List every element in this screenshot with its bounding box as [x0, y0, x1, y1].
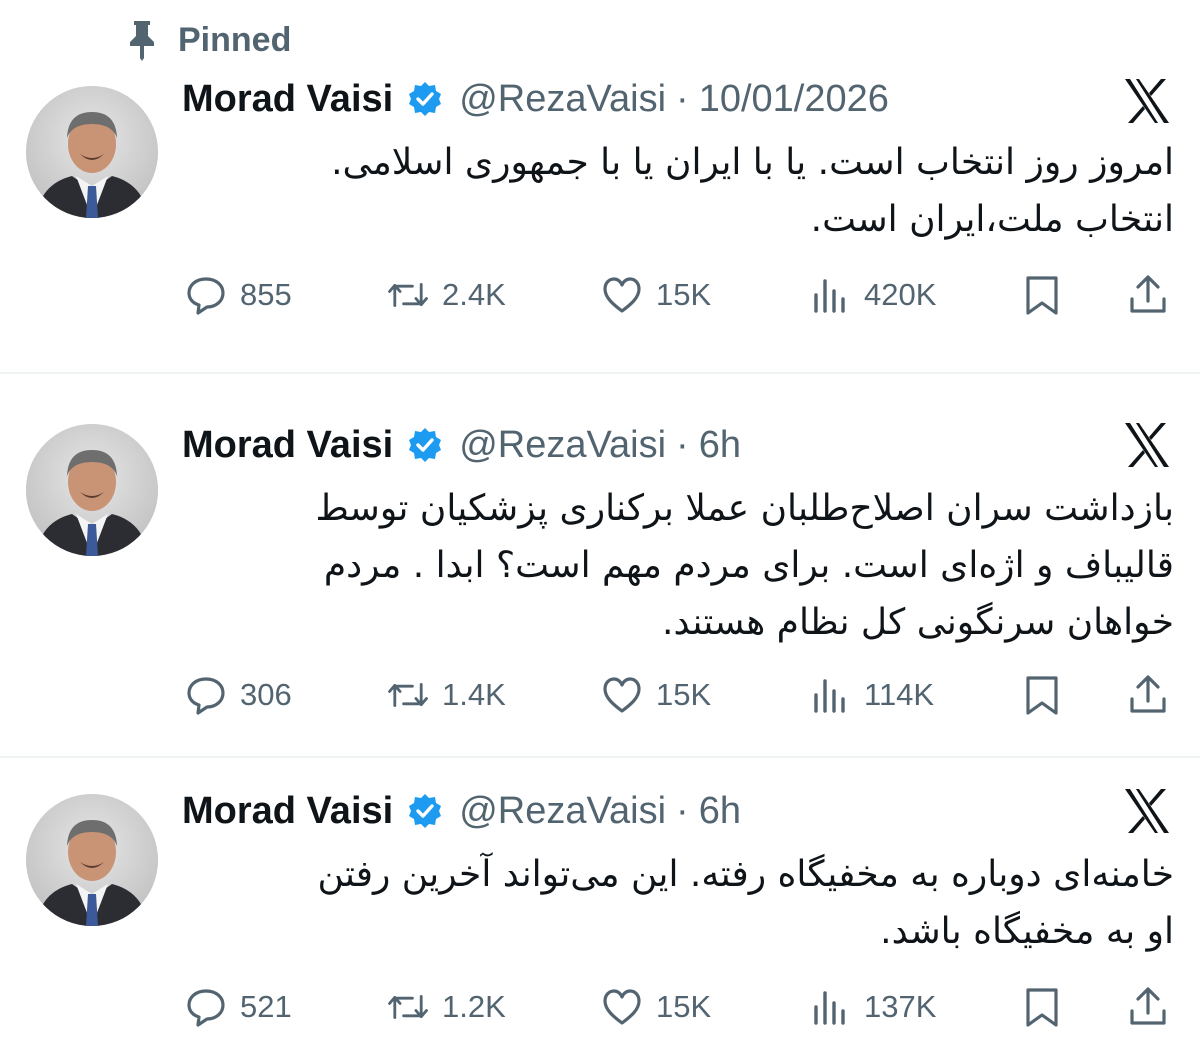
reply-button[interactable]: 306	[184, 670, 292, 720]
x-logo-icon	[1122, 76, 1172, 126]
tweet-header: Morad Vaisi @RezaVaisi · 6h	[182, 784, 741, 838]
tweet[interactable]: Morad Vaisi @RezaVaisi · 10/01/2026 امرو…	[0, 0, 1200, 374]
repost-button[interactable]: 2.4K	[386, 270, 506, 320]
reply-count: 855	[240, 277, 292, 312]
views-button[interactable]: 137K	[808, 982, 936, 1032]
like-button[interactable]: 15K	[600, 270, 711, 320]
like-button[interactable]: 15K	[600, 982, 711, 1032]
tweet[interactable]: Morad Vaisi @RezaVaisi · 6h خامنه‌ای دوب…	[0, 758, 1200, 1064]
bookmark-icon	[1020, 985, 1064, 1029]
share-icon	[1126, 985, 1170, 1029]
reply-count: 306	[240, 677, 292, 712]
share-button[interactable]	[1126, 982, 1170, 1032]
views-button[interactable]: 420K	[808, 270, 936, 320]
timestamp[interactable]: 10/01/2026	[699, 78, 889, 121]
heart-icon	[600, 273, 644, 317]
repost-count: 1.2K	[442, 989, 506, 1024]
share-icon	[1126, 273, 1170, 317]
repost-icon	[386, 673, 430, 717]
tweet-text: خامنه‌ای دوباره به مخفیگاه رفته. این می‌…	[182, 846, 1174, 960]
avatar[interactable]	[26, 424, 158, 556]
tweet-text-line: خواهان سرنگونی کل نظام هستند.	[662, 602, 1174, 643]
tweet-header: Morad Vaisi @RezaVaisi · 10/01/2026	[182, 72, 889, 126]
tweet-text-line: قالیباف و اژه‌ای است. برای مردم مهم است؟…	[323, 545, 1174, 586]
tweet-header: Morad Vaisi @RezaVaisi · 6h	[182, 418, 741, 472]
author-handle[interactable]: @RezaVaisi	[459, 78, 666, 121]
separator: ·	[676, 789, 689, 832]
tweet-text-line: او به مخفیگاه باشد.	[880, 911, 1174, 952]
repost-button[interactable]: 1.4K	[386, 670, 506, 720]
views-count: 420K	[864, 277, 937, 312]
heart-icon	[600, 673, 644, 717]
reply-button[interactable]: 855	[184, 270, 292, 320]
author-name[interactable]: Morad Vaisi	[182, 790, 393, 833]
verified-badge-icon	[407, 81, 443, 117]
repost-count: 2.4K	[442, 277, 506, 312]
tweet-text-line: انتخاب ملت،ایران است.	[810, 199, 1174, 240]
verified-badge-icon	[407, 427, 443, 463]
avatar[interactable]	[26, 794, 158, 926]
repost-icon	[386, 985, 430, 1029]
bookmark-icon	[1020, 673, 1064, 717]
author-name[interactable]: Morad Vaisi	[182, 78, 393, 121]
reply-icon	[184, 673, 228, 717]
timestamp[interactable]: 6h	[699, 790, 741, 833]
separator: ·	[676, 77, 689, 120]
views-icon	[808, 673, 852, 717]
like-button[interactable]: 15K	[600, 670, 711, 720]
repost-icon	[386, 273, 430, 317]
share-icon	[1126, 673, 1170, 717]
like-count: 15K	[656, 989, 712, 1024]
share-button[interactable]	[1126, 270, 1170, 320]
views-icon	[808, 273, 852, 317]
like-count: 15K	[656, 277, 712, 312]
author-handle[interactable]: @RezaVaisi	[459, 790, 666, 833]
bookmark-button[interactable]	[1020, 670, 1064, 720]
tweet-text: بازداشت سران اصلاح‌طلبان عملا برکناری پز…	[182, 480, 1174, 651]
separator: ·	[676, 423, 689, 466]
tweet[interactable]: Morad Vaisi @RezaVaisi · 6h بازداشت سران…	[0, 374, 1200, 758]
reply-button[interactable]: 521	[184, 982, 292, 1032]
tweet-text: امروز روز انتخاب است. یا با ایران یا با …	[182, 134, 1174, 248]
reply-icon	[184, 985, 228, 1029]
repost-button[interactable]: 1.2K	[386, 982, 506, 1032]
reply-icon	[184, 273, 228, 317]
x-logo-icon	[1122, 786, 1172, 836]
tweet-text-line: خامنه‌ای دوباره به مخفیگاه رفته. این می‌…	[317, 854, 1174, 895]
avatar[interactable]	[26, 86, 158, 218]
bookmark-icon	[1020, 273, 1064, 317]
views-icon	[808, 985, 852, 1029]
views-count: 137K	[864, 989, 937, 1024]
timestamp[interactable]: 6h	[699, 424, 741, 467]
verified-badge-icon	[407, 793, 443, 829]
bookmark-button[interactable]	[1020, 270, 1064, 320]
like-count: 15K	[656, 677, 712, 712]
views-count: 114K	[864, 677, 935, 712]
bookmark-button[interactable]	[1020, 982, 1064, 1032]
views-button[interactable]: 114K	[808, 670, 934, 720]
heart-icon	[600, 985, 644, 1029]
tweet-text-line: امروز روز انتخاب است. یا با ایران یا با …	[331, 142, 1174, 183]
reply-count: 521	[240, 989, 292, 1024]
tweet-text-line: بازداشت سران اصلاح‌طلبان عملا برکناری پز…	[315, 488, 1174, 529]
author-name[interactable]: Morad Vaisi	[182, 424, 393, 467]
share-button[interactable]	[1126, 670, 1170, 720]
x-logo-icon	[1122, 420, 1172, 470]
repost-count: 1.4K	[442, 677, 506, 712]
author-handle[interactable]: @RezaVaisi	[459, 424, 666, 467]
